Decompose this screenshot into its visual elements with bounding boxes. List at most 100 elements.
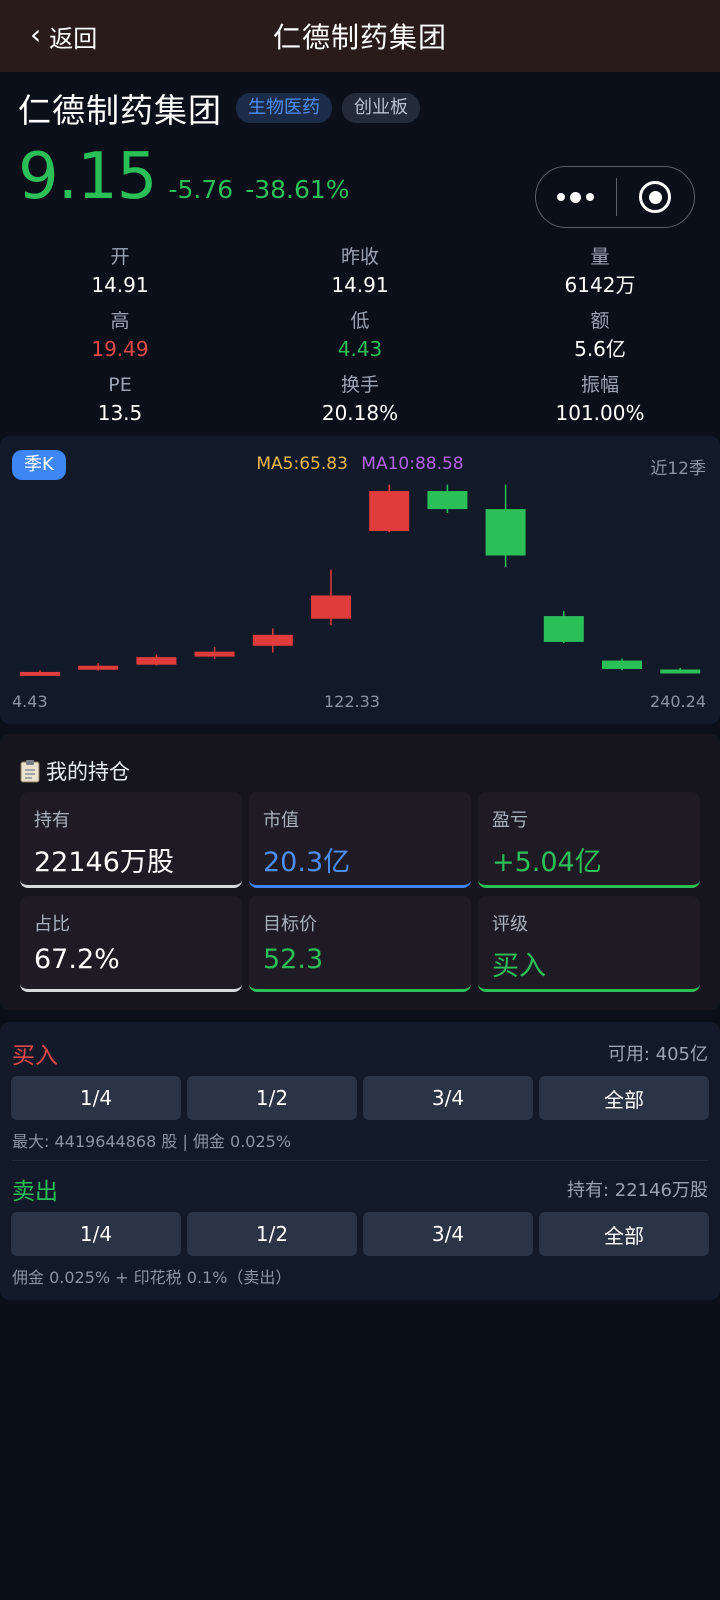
candle xyxy=(136,654,177,666)
stat-label: 额 xyxy=(590,310,610,332)
holdings-grid: 持有 22146万股 市值 20.3亿 盈亏 +5.04亿 占比 67.2% 目… xyxy=(20,792,700,992)
period-range-label: 近12季 xyxy=(650,459,706,479)
kline-chart[interactable] xyxy=(0,436,720,724)
buy-note: 最大: 4419644868 股 | 佣金 0.025% xyxy=(12,1132,292,1151)
candle-body xyxy=(543,616,584,642)
candle xyxy=(20,670,60,676)
stat-volume: 量 6142万 xyxy=(480,244,720,308)
stock-name: 仁德制药集团 xyxy=(18,91,222,130)
holding-shares-available: 持有: 22146万股 xyxy=(566,1180,708,1201)
sell-quarter-button[interactable]: 1/4 xyxy=(11,1212,181,1256)
sell-title: 卖出 xyxy=(12,1179,58,1205)
stat-pe: PE 13.5 xyxy=(0,372,240,436)
page-title: 仁德制药集团 xyxy=(272,21,447,54)
holding-profit-loss: 盈亏 +5.04亿 xyxy=(478,792,700,888)
miniprogram-capsule xyxy=(535,166,695,228)
stat-value: 14.91 xyxy=(91,273,149,297)
sell-note: 佣金 0.025% + 印花税 0.1%（卖出） xyxy=(12,1268,292,1287)
candle xyxy=(485,484,526,568)
stat-value: 101.00% xyxy=(555,401,645,425)
holdings-title: 我的持仓 xyxy=(20,756,130,786)
sell-half-button[interactable]: 1/2 xyxy=(187,1212,357,1256)
candle xyxy=(602,658,642,671)
stat-amplitude: 振幅 101.00% xyxy=(480,372,720,436)
candle-body xyxy=(602,660,642,669)
stat-high: 高 19.49 xyxy=(0,308,240,372)
holding-label: 市值 xyxy=(263,810,299,831)
price-change: -5.76 xyxy=(168,175,234,204)
stat-label: PE xyxy=(108,374,132,396)
industry-tag: 生物医药 xyxy=(236,93,332,123)
chevron-left-icon: ‹ xyxy=(30,17,42,51)
stat-label: 开 xyxy=(110,246,130,268)
more-button[interactable] xyxy=(536,167,616,227)
buy-quarter-button[interactable]: 1/4 xyxy=(11,1076,181,1120)
axis-max-label: 240.24 xyxy=(650,692,706,711)
stat-value: 6142万 xyxy=(564,273,636,297)
holding-value: 买入 xyxy=(492,951,546,982)
sell-three-quarter-button[interactable]: 3/4 xyxy=(363,1212,533,1256)
holding-shares: 持有 22146万股 xyxy=(20,792,242,888)
candle xyxy=(252,628,293,653)
candle xyxy=(369,484,410,533)
stat-value: 20.18% xyxy=(321,401,399,425)
price-row: 9.15 -5.76 -38.61% xyxy=(18,140,350,214)
top-nav-bar: ‹ 返回 仁德制药集团 xyxy=(0,0,720,72)
candle-body xyxy=(136,657,177,665)
quote-stats: 开 14.91 昨收 14.91 量 6142万 高 19.49 低 4.43 … xyxy=(0,244,720,436)
stat-label: 量 xyxy=(590,246,610,268)
stat-value: 14.91 xyxy=(331,273,389,297)
candle xyxy=(543,610,584,644)
candle xyxy=(660,667,701,674)
stat-turnover: 换手 20.18% xyxy=(240,372,480,436)
back-label: 返回 xyxy=(49,24,98,53)
stat-low: 低 4.43 xyxy=(240,308,480,372)
holding-label: 占比 xyxy=(34,914,70,935)
clipboard-icon xyxy=(20,760,40,783)
holdings-card: 我的持仓 持有 22146万股 市值 20.3亿 盈亏 +5.04亿 占比 67… xyxy=(0,734,720,1010)
holding-label: 评级 xyxy=(492,914,528,935)
close-miniprogram-button[interactable] xyxy=(617,167,695,227)
holding-target-price: 目标价 52.3 xyxy=(249,896,471,992)
sell-quantity-buttons: 1/4 1/2 3/4 全部 xyxy=(11,1212,709,1256)
candle xyxy=(78,663,119,671)
ma5-label: MA5:65.83 xyxy=(256,454,348,474)
holding-value: 52.3 xyxy=(263,944,324,975)
holding-rating: 评级 买入 xyxy=(478,896,700,992)
stat-label: 昨收 xyxy=(340,246,379,268)
holding-ratio: 占比 67.2% xyxy=(20,896,242,992)
current-price: 9.15 xyxy=(18,140,157,214)
trade-card: 买入 可用: 405亿 1/4 1/2 3/4 全部 最大: 441964486… xyxy=(0,1022,720,1300)
sell-all-button[interactable]: 全部 xyxy=(539,1212,709,1256)
candle-body xyxy=(660,669,701,674)
holdings-title-text: 我的持仓 xyxy=(46,760,130,784)
stat-value: 4.43 xyxy=(337,337,383,361)
trade-divider xyxy=(12,1160,708,1161)
stat-value: 5.6亿 xyxy=(574,337,626,361)
holding-value: 20.3亿 xyxy=(263,847,351,878)
target-icon xyxy=(639,181,672,213)
stat-value: 19.49 xyxy=(91,337,149,361)
candle-body xyxy=(311,595,351,619)
candle-body xyxy=(427,491,468,510)
candle-body xyxy=(485,509,526,556)
buy-half-button[interactable]: 1/2 xyxy=(187,1076,357,1120)
holding-label: 盈亏 xyxy=(492,810,528,831)
axis-min-label: 4.43 xyxy=(12,692,48,711)
holding-market-value: 市值 20.3亿 xyxy=(249,792,471,888)
holding-value: 22146万股 xyxy=(34,847,174,878)
holding-label: 持有 xyxy=(34,810,70,831)
stat-value: 13.5 xyxy=(97,401,143,425)
buy-header: 买入 可用: 405亿 xyxy=(12,1036,708,1070)
more-dots-icon xyxy=(557,193,566,201)
holding-value: +5.04亿 xyxy=(492,847,602,878)
candle-body xyxy=(252,634,293,646)
buy-all-button[interactable]: 全部 xyxy=(539,1076,709,1120)
holding-label: 目标价 xyxy=(263,914,317,935)
board-tag: 创业板 xyxy=(342,93,420,123)
buy-three-quarter-button[interactable]: 3/4 xyxy=(363,1076,533,1120)
candle xyxy=(311,569,351,626)
holding-value: 67.2% xyxy=(34,944,120,975)
back-button[interactable]: ‹ 返回 xyxy=(30,0,97,72)
buy-title: 买入 xyxy=(12,1043,58,1069)
